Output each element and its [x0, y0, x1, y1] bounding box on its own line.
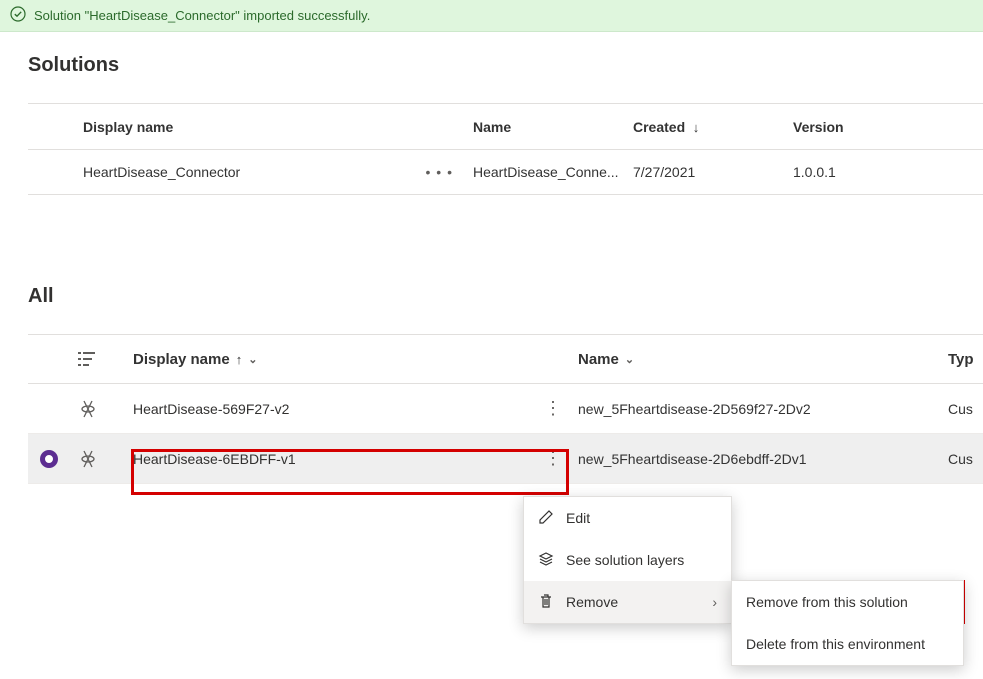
item-display-name: HeartDisease-6EBDFF-v1	[133, 451, 528, 467]
table-row[interactable]: HeartDisease-6EBDFF-v1 ⋮ new_5Fheartdise…	[28, 434, 983, 484]
sort-up-icon: ↑	[236, 352, 243, 367]
solutions-header-row: Display name Name Created ↓ Version N	[28, 104, 983, 150]
row-menu-icon[interactable]: ⋮	[528, 448, 578, 469]
sort-down-icon: ↓	[689, 120, 699, 135]
col-all-display-name[interactable]: Display name ↑ ⌄	[133, 351, 528, 368]
solution-name: HeartDisease_Conne...	[473, 164, 633, 180]
menu-remove[interactable]: Remove ›	[524, 581, 731, 623]
layers-icon	[538, 551, 554, 570]
success-banner: Solution "HeartDisease_Connector" import…	[0, 0, 983, 32]
list-sort-icon[interactable]	[78, 351, 133, 367]
connector-icon	[78, 399, 133, 419]
all-header-row: Display name ↑ ⌄ Name ⌄ Typ	[28, 334, 983, 384]
pencil-icon	[538, 509, 554, 528]
chevron-down-icon: ⌄	[625, 353, 634, 366]
row-actions-icon[interactable]: • • •	[426, 164, 473, 180]
col-created[interactable]: Created ↓	[633, 119, 793, 135]
item-type: Cus	[948, 401, 983, 417]
submenu-remove-from-solution[interactable]: Remove from this solution	[732, 581, 963, 623]
solution-version: 1.0.0.1	[793, 164, 983, 180]
item-name: new_5Fheartdisease-2D569f27-2Dv2	[578, 401, 948, 417]
col-all-name[interactable]: Name ⌄	[578, 351, 948, 368]
col-all-type[interactable]: Typ	[948, 351, 983, 368]
col-version[interactable]: Version	[793, 119, 983, 135]
solutions-heading: Solutions	[28, 54, 983, 77]
solutions-table: Display name Name Created ↓ Version N He…	[28, 103, 983, 195]
context-menu: Edit See solution layers Remove ›	[523, 496, 732, 624]
menu-edit[interactable]: Edit	[524, 497, 731, 539]
selected-indicator-icon[interactable]	[40, 450, 58, 468]
connector-icon	[78, 449, 133, 469]
menu-see-layers[interactable]: See solution layers	[524, 539, 731, 581]
item-type: Cus	[948, 451, 983, 467]
row-menu-icon[interactable]: ⋮	[528, 398, 578, 419]
trash-icon	[538, 593, 554, 612]
table-row[interactable]: HeartDisease-569F27-v2 ⋮ new_5Fheartdise…	[28, 384, 983, 434]
col-name[interactable]: Name	[473, 119, 633, 135]
solution-row[interactable]: HeartDisease_Connector • • • HeartDiseas…	[28, 150, 983, 194]
item-name: new_5Fheartdisease-2D6ebdff-2Dv1	[578, 451, 948, 467]
submenu-delete-from-env[interactable]: Delete from this environment	[732, 623, 963, 665]
check-circle-icon	[10, 6, 34, 25]
solution-display-name: HeartDisease_Connector	[83, 164, 240, 180]
remove-submenu: Remove from this solution Delete from th…	[731, 580, 964, 666]
col-display-name[interactable]: Display name	[83, 119, 473, 135]
all-table: Display name ↑ ⌄ Name ⌄ Typ HeartDisease…	[28, 334, 983, 484]
banner-message: Solution "HeartDisease_Connector" import…	[34, 8, 370, 23]
chevron-down-icon: ⌄	[248, 353, 257, 366]
item-display-name: HeartDisease-569F27-v2	[133, 401, 528, 417]
chevron-right-icon: ›	[712, 594, 717, 610]
solution-created: 7/27/2021	[633, 164, 793, 180]
all-heading: All	[28, 285, 983, 308]
